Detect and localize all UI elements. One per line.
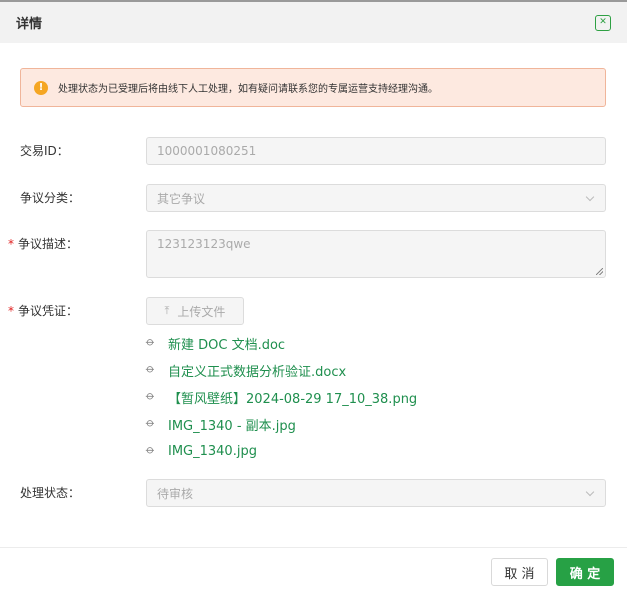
- file-item[interactable]: ⌀ IMG_1340 - 副本.jpg: [143, 411, 417, 438]
- close-icon[interactable]: ✕: [595, 14, 611, 31]
- upload-file-button[interactable]: ⤒ 上传文件: [146, 297, 244, 325]
- notice-alert: ! 处理状态为已受理后将由线下人工处理，如有疑问请联系您的专属运营支持经理沟通。: [20, 68, 606, 107]
- dispute-evidence-label: * 争议凭证：: [8, 297, 146, 325]
- upload-icon: ⤒: [164, 304, 170, 317]
- paperclip-icon: ⌀: [143, 414, 159, 430]
- alert-text: 处理状态为已受理后将由线下人工处理，如有疑问请联系您的专属运营支持经理沟通。: [58, 84, 438, 95]
- paperclip-icon: ⌀: [143, 333, 159, 349]
- file-name[interactable]: IMG_1340.jpg: [168, 444, 257, 459]
- dialog-footer: 取 消 确 定: [0, 547, 627, 595]
- file-name[interactable]: 【暂风壁纸】2024-08-29 17_10_38.png: [168, 388, 417, 407]
- file-name[interactable]: IMG_1340 - 副本.jpg: [168, 415, 296, 434]
- paperclip-icon: ⌀: [143, 441, 159, 457]
- file-item[interactable]: ⌀ IMG_1340.jpg: [143, 438, 417, 465]
- dispute-description-label-text: 争议描述：: [18, 237, 79, 251]
- transaction-id-value: 1000001080251: [157, 144, 257, 158]
- processing-status-label: 处理状态：: [20, 486, 81, 500]
- dispute-evidence-row: * 争议凭证： ⤒ 上传文件: [8, 297, 606, 325]
- detail-dialog: 详情 ✕ ! 处理状态为已受理后将由线下人工处理，如有疑问请联系您的专属运营支持…: [0, 0, 627, 593]
- dialog-title: 详情: [16, 17, 43, 32]
- upload-file-label: 上传文件: [177, 304, 226, 319]
- file-item[interactable]: ⌀ 新建 DOC 文档.doc: [143, 330, 417, 357]
- resize-grip-icon[interactable]: [596, 268, 603, 275]
- file-item[interactable]: ⌀ 【暂风壁纸】2024-08-29 17_10_38.png: [143, 384, 417, 411]
- transaction-id-field[interactable]: 1000001080251: [146, 137, 606, 165]
- dispute-category-value: 其它争议: [157, 191, 206, 206]
- dialog-header: 详情 ✕: [0, 2, 627, 43]
- transaction-id-label: 交易ID：: [20, 144, 69, 158]
- dispute-category-row: 争议分类： 其它争议: [20, 184, 606, 212]
- dispute-category-select[interactable]: 其它争议: [146, 184, 606, 212]
- file-list: ⌀ 新建 DOC 文档.doc ⌀ 自定义正式数据分析验证.docx ⌀ 【暂风…: [143, 330, 417, 465]
- paperclip-icon: ⌀: [143, 360, 159, 376]
- file-name[interactable]: 自定义正式数据分析验证.docx: [168, 361, 346, 380]
- required-mark: *: [8, 304, 14, 318]
- transaction-id-row: 交易ID： 1000001080251: [20, 137, 606, 165]
- processing-status-row: 处理状态： 待审核: [20, 479, 606, 507]
- dispute-description-label: * 争议描述：: [8, 230, 146, 278]
- dispute-description-value: 123123123qwe: [157, 237, 251, 251]
- dispute-description-row: * 争议描述： 123123123qwe: [8, 230, 606, 278]
- confirm-button[interactable]: 确 定: [556, 558, 614, 586]
- paperclip-icon: ⌀: [143, 387, 159, 403]
- processing-status-value: 待审核: [157, 486, 194, 501]
- file-item[interactable]: ⌀ 自定义正式数据分析验证.docx: [143, 357, 417, 384]
- processing-status-select[interactable]: 待审核: [146, 479, 606, 507]
- required-mark: *: [8, 237, 14, 251]
- dispute-evidence-label-text: 争议凭证：: [18, 304, 79, 318]
- dispute-description-textarea[interactable]: 123123123qwe: [146, 230, 606, 278]
- cancel-button[interactable]: 取 消: [491, 558, 548, 586]
- file-name[interactable]: 新建 DOC 文档.doc: [168, 334, 285, 353]
- warning-icon: !: [34, 80, 48, 95]
- dispute-category-label: 争议分类：: [20, 191, 81, 205]
